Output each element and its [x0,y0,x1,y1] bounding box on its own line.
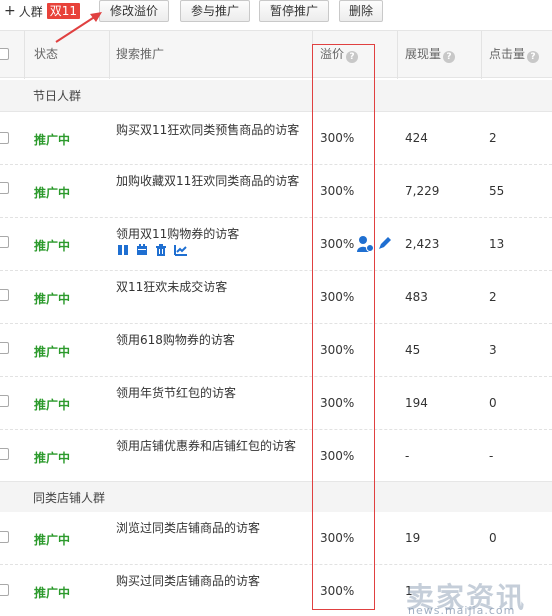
clicks-value: 0 [489,531,497,545]
modify-premium-button[interactable]: 修改溢价 [99,0,169,22]
premium-value[interactable]: 300% [320,343,354,357]
row-actions [117,244,187,256]
clicks-value: 55 [489,184,505,198]
table-row[interactable]: 推广中 领用双11购物券的访客 300% 2,423 13 [0,218,552,271]
clicks-value: 3 [489,343,497,357]
group-name: 同类店铺人群 [33,491,106,505]
status-text: 推广中 [34,586,71,600]
impressions-value: - [405,449,410,463]
header-status: 状态 [34,47,59,61]
impressions-value: 2,423 [405,237,440,251]
crowd-name: 领用年货节红包的访客 [116,386,237,400]
crowd-title-label: 人群 [18,4,43,19]
crowd-name: 领用618购物券的访客 [116,333,235,347]
row-checkbox[interactable] [0,342,9,354]
table-row[interactable]: 推广中 加购收藏双11狂欢同类商品的访客 300% 7,229 55 [0,165,552,218]
table-row[interactable]: 推广中 浏览过同类店铺商品的访客 300% 19 0 [0,512,552,565]
join-promotion-button[interactable]: 参与推广 [180,0,250,22]
premium-value[interactable]: 300% [320,396,354,410]
edit-icon[interactable] [378,235,393,253]
crowd-name: 购买双11狂欢同类预售商品的访客 [116,123,300,137]
help-icon[interactable]: ? [443,51,456,63]
clicks-value: 2 [489,290,497,304]
crowd-name: 领用店铺优惠券和店铺红包的访客 [116,439,297,453]
group-name: 节日人群 [33,89,82,103]
crowd-title: + 人群 双11 [4,2,81,20]
select-all-checkbox[interactable] [0,48,9,60]
header-impressions[interactable]: 展现量? [405,31,456,79]
plus-icon: + [4,3,16,19]
status-text: 推广中 [34,186,71,200]
crowd-name: 浏览过同类店铺商品的访客 [116,521,261,535]
premium-value[interactable]: 300% [320,237,354,251]
clicks-value: 2 [489,131,497,145]
impressions-value: 19 [405,531,421,545]
premium-value[interactable]: 300% [320,449,354,463]
table-row[interactable]: 推广中 购买双11狂欢同类预售商品的访客 300% 424 2 [0,112,552,165]
impressions-value: 45 [405,343,421,357]
user-money-icon[interactable] [356,235,374,256]
premium-value[interactable]: 300% [320,184,354,198]
status-text: 推广中 [34,292,71,306]
status-text: 推广中 [34,133,71,147]
pause-promotion-button[interactable]: 暂停推广 [259,0,329,22]
impressions-value: 194 [405,396,428,410]
impressions-value: 483 [405,290,428,304]
header-impressions-label: 展现量 [405,47,442,61]
watermark: 卖家资讯 news.maijia.com [404,576,552,616]
clicks-value: 13 [489,237,505,251]
row-checkbox[interactable] [0,236,9,248]
toolbar: + 人群 双11 修改溢价 参与推广 暂停推广 删除 [0,0,552,30]
row-checkbox[interactable] [0,289,9,301]
group-header: 同类店铺人群 [0,481,552,513]
row-checkbox[interactable] [0,448,9,460]
row-checkbox[interactable] [0,584,9,596]
status-text: 推广中 [34,239,71,253]
header-premium-label: 溢价 [320,47,345,61]
row-checkbox[interactable] [0,182,9,194]
crowd-name: 购买过同类店铺商品的访客 [116,574,261,588]
help-icon[interactable]: ? [527,51,540,63]
table-row[interactable]: 推广中 领用618购物券的访客 300% 45 3 [0,324,552,377]
status-text: 推广中 [34,398,71,412]
header-premium[interactable]: 溢价? [320,31,359,79]
table-row[interactable]: 推广中 领用店铺优惠券和店铺红包的访客 300% - - [0,430,552,483]
header-clicks[interactable]: 点击量? [489,31,540,79]
delete-button[interactable]: 删除 [339,0,383,22]
clicks-value: - [489,449,494,463]
row-checkbox[interactable] [0,132,9,144]
premium-value[interactable]: 300% [320,531,354,545]
double11-badge: 双11 [46,3,81,19]
impressions-value: 424 [405,131,428,145]
header-clicks-label: 点击量 [489,47,526,61]
table-row[interactable]: 推广中 双11狂欢未成交访客 300% 483 2 [0,271,552,324]
calendar-icon[interactable] [136,244,148,256]
status-text: 推广中 [34,345,71,359]
chart-icon[interactable] [174,244,187,256]
premium-value[interactable]: 300% [320,290,354,304]
row-checkbox[interactable] [0,395,9,407]
crowd-name: 领用双11购物券的访客 [116,227,240,241]
help-icon[interactable]: ? [346,51,359,63]
status-text: 推广中 [34,533,71,547]
group-header: 节日人群 [0,80,552,112]
impressions-value: 7,229 [405,184,440,198]
table-row[interactable]: 推广中 领用年货节红包的访客 300% 194 0 [0,377,552,430]
crowd-name: 双11狂欢未成交访客 [116,280,228,294]
table-header: 状态 搜索推广 溢价? 展现量? 点击量? [0,30,552,79]
pause-icon[interactable] [117,244,129,256]
crowd-name: 加购收藏双11狂欢同类商品的访客 [116,174,300,188]
watermark-url: news.maijia.com [408,604,516,616]
premium-value[interactable]: 300% [320,131,354,145]
header-search-promotion: 搜索推广 [116,47,165,61]
trash-icon[interactable] [155,244,167,256]
row-checkbox[interactable] [0,531,9,543]
status-text: 推广中 [34,451,71,465]
premium-value[interactable]: 300% [320,584,354,598]
clicks-value: 0 [489,396,497,410]
